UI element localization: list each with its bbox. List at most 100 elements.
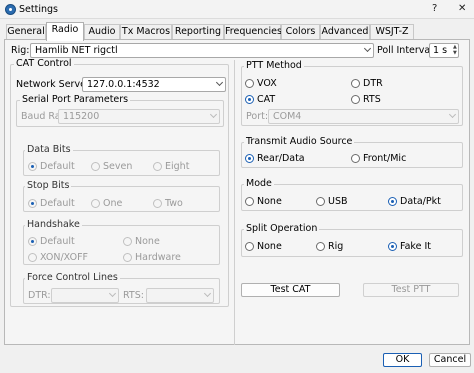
stop-bits-one-radio[interactable]: One [91,198,122,209]
panel-divider [234,60,235,345]
ptt-rts-radio[interactable]: RTS [351,94,381,105]
tab-frequencies[interactable]: Frequencies [224,24,282,40]
close-icon[interactable]: ✕ [458,3,466,14]
rig-select[interactable]: Hamlib NET rigctl [30,43,374,58]
audio-front-mic-radio[interactable]: Front/Mic [351,153,406,164]
stop-bits-default-radio[interactable]: Default [28,198,75,209]
tab-tx-macros[interactable]: Tx Macros [120,24,172,40]
radio-indicator [245,154,254,163]
radio-label: Default [40,236,75,247]
radio-indicator [153,199,162,208]
radio-label: Rear/Data [257,153,305,164]
handshake-none-radio[interactable]: None [123,236,160,247]
handshake-xonxoff-radio[interactable]: XON/XOFF [28,252,88,263]
rig-label: Rig: [11,45,30,56]
radio-label: VOX [257,78,277,89]
chevron-down-icon [203,289,212,298]
radio-label: Hardware [135,252,181,263]
radio-indicator [28,199,37,208]
split-none-radio[interactable]: None [245,241,282,252]
stop-bits-two-radio[interactable]: Two [153,198,183,209]
ptt-method-title: PTT Method [244,60,304,71]
mode-data-pkt-radio[interactable]: Data/Pkt [388,196,441,207]
tab-radio[interactable]: Radio [46,22,84,41]
cancel-button[interactable]: Cancel [429,353,471,367]
radio-indicator [28,237,37,246]
transmit-audio-source-title: Transmit Audio Source [244,136,355,147]
audio-rear-data-radio[interactable]: Rear/Data [245,153,305,164]
handshake-default-radio[interactable]: Default [28,236,75,247]
handshake-hardware-radio[interactable]: Hardware [123,252,181,263]
rts-label: RTS: [123,290,144,301]
tab-colors[interactable]: Colors [281,24,320,40]
poll-interval-label: Poll Interval: [377,45,437,56]
tab-bar: General Radio Audio Tx Macros Reporting … [0,22,474,41]
radio-label: One [103,198,123,209]
ok-button[interactable]: OK [383,353,422,367]
data-bits-title: Data Bits [25,144,73,155]
poll-interval-value: 1 s [433,45,448,56]
help-button[interactable]: ? [432,3,437,14]
radio-label: Two [165,198,183,209]
radio-label: DTR [363,78,383,89]
radio-indicator [351,95,360,104]
radio-label: Eight [165,161,190,172]
tab-reporting[interactable]: Reporting [172,24,224,40]
data-bits-seven-radio[interactable]: Seven [91,161,132,172]
test-ptt-button[interactable]: Test PTT [363,283,459,297]
network-server-value: 127.0.0.1:4532 [87,79,160,90]
radio-indicator [388,242,397,251]
spin-arrows-icon[interactable]: ▲ ▼ [453,44,457,56]
data-bits-eight-radio[interactable]: Eight [153,161,189,172]
radio-indicator [153,162,162,171]
network-server-select[interactable]: 127.0.0.1:4532 [82,77,226,92]
rig-value: Hamlib NET rigctl [35,45,118,56]
chevron-down-icon [363,44,372,53]
dtr-select[interactable] [51,288,119,303]
mode-none-radio[interactable]: None [245,196,282,207]
tab-advanced[interactable]: Advanced [320,24,370,40]
tab-general[interactable]: General [6,24,46,40]
split-operation-title: Split Operation [244,223,320,234]
radio-indicator [245,242,254,251]
radio-indicator [123,253,132,262]
radio-indicator [91,199,100,208]
split-fake-it-radio[interactable]: Fake It [388,241,431,252]
cat-control-title: CAT Control [14,58,74,69]
radio-label: Data/Pkt [400,196,441,207]
radio-indicator [123,237,132,246]
radio-indicator [316,242,325,251]
radio-label: CAT [257,94,276,105]
radio-indicator [28,253,37,262]
title-bar [0,0,474,19]
chevron-down-icon [215,78,224,87]
radio-label: None [135,236,160,247]
radio-indicator [28,162,37,171]
radio-indicator [388,197,397,206]
tab-wsjt-z[interactable]: WSJT-Z [370,24,414,40]
ptt-dtr-radio[interactable]: DTR [351,78,383,89]
baud-rate-value: 115200 [63,111,100,122]
ptt-port-label: Port: [246,111,269,122]
data-bits-default-radio[interactable]: Default [28,161,75,172]
handshake-title: Handshake [25,219,82,230]
radio-indicator [245,95,254,104]
baud-rate-select[interactable]: 115200 [58,109,220,124]
rts-select[interactable] [146,288,214,303]
ptt-cat-radio[interactable]: CAT [245,94,275,105]
radio-indicator [245,79,254,88]
test-cat-button[interactable]: Test CAT [241,283,340,297]
mode-usb-radio[interactable]: USB [316,196,348,207]
split-rig-radio[interactable]: Rig [316,241,343,252]
radio-label: Front/Mic [363,153,407,164]
radio-label: None [257,196,282,207]
tab-audio[interactable]: Audio [84,24,120,40]
ptt-port-select[interactable]: COM4 [268,109,459,124]
force-control-title: Force Control Lines [25,272,120,283]
chevron-down-icon [108,289,117,298]
stop-bits-title: Stop Bits [25,180,72,191]
radio-label: Seven [103,161,133,172]
radio-indicator [91,162,100,171]
ptt-vox-radio[interactable]: VOX [245,78,277,89]
mode-title: Mode [244,178,274,189]
